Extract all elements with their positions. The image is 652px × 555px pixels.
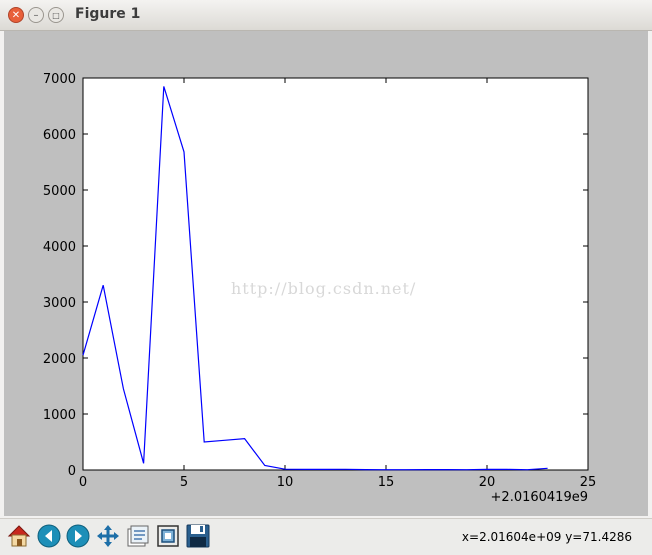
x-tick-label: 15 <box>378 475 395 490</box>
pan-icon <box>97 525 119 547</box>
minimize-icon: – <box>33 10 39 21</box>
zoom-icon <box>157 525 179 547</box>
line-chart: 0 1000 2000 3000 4000 5000 6000 7000 0 5 10 15 20 25… <box>43 72 597 505</box>
x-offset-label: +2.0160419e9 <box>491 490 588 505</box>
forward-button[interactable] <box>64 522 92 550</box>
minimize-window-button[interactable]: – <box>28 7 44 23</box>
subplots-button[interactable] <box>124 522 152 550</box>
close-icon: ✕ <box>11 10 21 21</box>
home-button[interactable] <box>5 522 33 550</box>
window-titlebar: ✕ – □ Figure 1 <box>0 0 652 31</box>
y-tick-label: 1000 <box>43 408 76 423</box>
x-tick-label: 10 <box>277 475 294 490</box>
y-tick-label: 4000 <box>43 240 76 255</box>
cursor-coordinates: x=2.01604e+09 y=71.4286 <box>461 530 632 544</box>
x-tick-label: 0 <box>79 475 87 490</box>
x-tick-label: 20 <box>479 475 496 490</box>
x-tick-label: 5 <box>180 475 188 490</box>
maximize-icon: □ <box>52 11 60 20</box>
home-icon <box>7 525 31 547</box>
y-tick-label: 0 <box>68 464 76 479</box>
y-tick-label: 3000 <box>43 296 76 311</box>
forward-icon <box>66 524 90 548</box>
back-icon <box>37 524 61 548</box>
figure-canvas[interactable]: 0 1000 2000 3000 4000 5000 6000 7000 0 5 10 15 20 25… <box>4 31 648 516</box>
maximize-window-button[interactable]: □ <box>48 7 64 23</box>
save-icon <box>186 524 210 548</box>
pan-button[interactable] <box>94 522 122 550</box>
back-button[interactable] <box>35 522 63 550</box>
y-tick-label: 5000 <box>43 184 76 199</box>
subplots-icon <box>127 525 149 547</box>
navigation-toolbar: x=2.01604e+09 y=71.4286 <box>0 518 652 555</box>
close-window-button[interactable]: ✕ <box>8 7 24 23</box>
y-tick-label: 7000 <box>43 72 76 87</box>
watermark-text: http://blog.csdn.net/ <box>231 279 416 298</box>
window-title: Figure 1 <box>75 6 141 22</box>
y-tick-label: 6000 <box>43 128 76 143</box>
zoom-button[interactable] <box>154 522 182 550</box>
plot-area <box>82 77 589 471</box>
y-tick-label: 2000 <box>43 352 76 367</box>
save-button[interactable] <box>184 522 212 550</box>
x-tick-label: 25 <box>580 475 597 490</box>
